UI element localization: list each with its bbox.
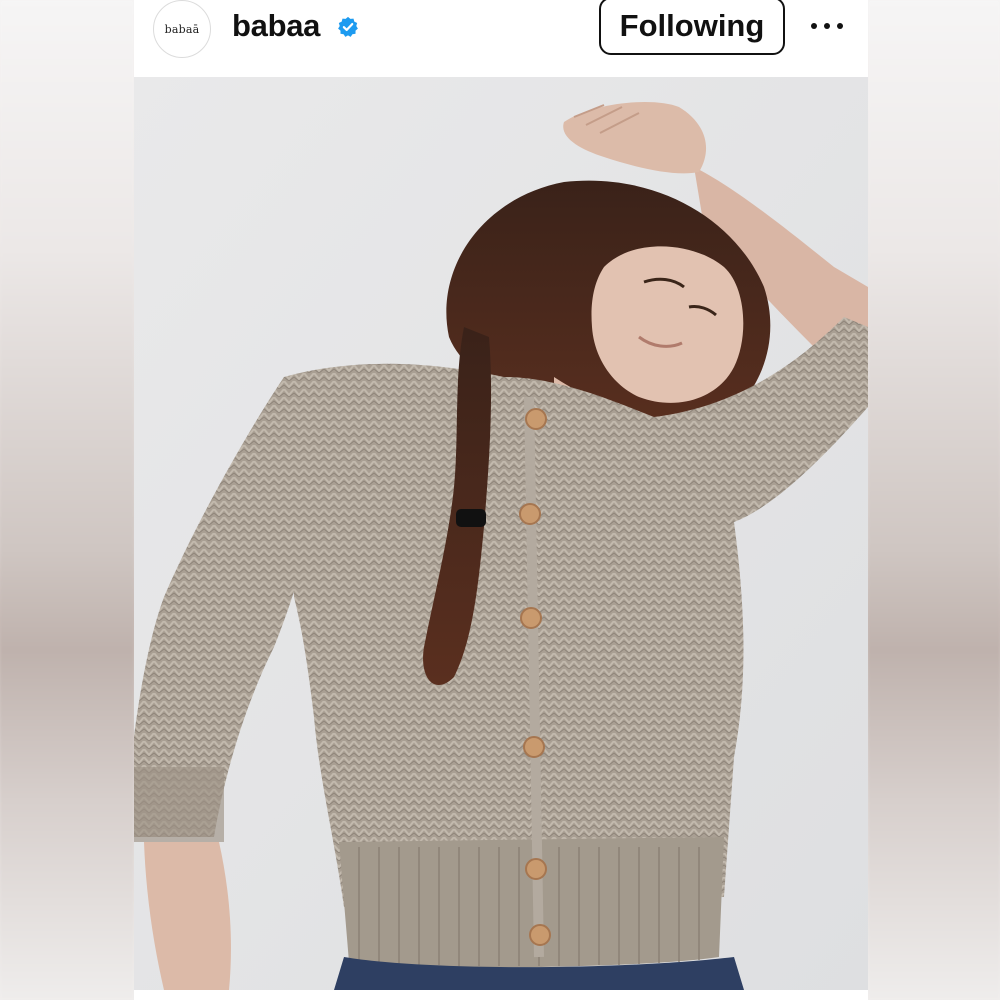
more-options-icon[interactable] bbox=[811, 20, 843, 32]
verified-badge-icon bbox=[338, 16, 358, 37]
account-username[interactable]: babaa bbox=[232, 8, 320, 44]
post-header: babaā babaa Following bbox=[134, 0, 868, 76]
avatar-logo-text: babaā bbox=[164, 22, 200, 36]
account-avatar[interactable]: babaā bbox=[153, 0, 211, 58]
post-photo[interactable] bbox=[134, 77, 868, 990]
left-cuff bbox=[134, 767, 224, 842]
hair-tie bbox=[456, 509, 486, 527]
more-dot bbox=[811, 23, 817, 29]
photo-illustration bbox=[134, 77, 868, 990]
right-blurred-background bbox=[868, 0, 1000, 1000]
left-blurred-background bbox=[0, 0, 134, 1000]
more-dot bbox=[824, 23, 830, 29]
instagram-post: babaā babaa Following bbox=[134, 0, 868, 1000]
bottom-strip bbox=[134, 990, 868, 1000]
more-dot bbox=[837, 23, 843, 29]
following-button[interactable]: Following bbox=[599, 0, 785, 55]
